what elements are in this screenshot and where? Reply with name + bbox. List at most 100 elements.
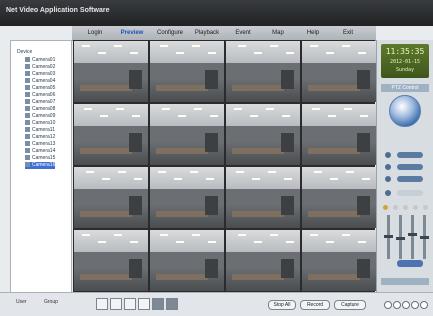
tab-playback[interactable]: Playback: [188, 26, 226, 40]
bottom-toolbar: User Group Stop All Record Capture: [0, 292, 433, 316]
capture-button[interactable]: Capture: [334, 300, 366, 310]
video-tile[interactable]: [226, 167, 300, 228]
tree-item[interactable]: Camera10: [25, 120, 55, 127]
video-tile[interactable]: [226, 230, 300, 291]
video-tile[interactable]: [150, 41, 224, 102]
equipment-rack: [128, 196, 143, 215]
video-tile[interactable]: [74, 230, 148, 291]
tab-event[interactable]: Event: [226, 26, 260, 40]
desk: [307, 147, 360, 155]
video-tile[interactable]: [226, 41, 300, 102]
layout-4x4-button[interactable]: [138, 298, 150, 310]
video-tile[interactable]: [74, 41, 148, 102]
equipment-rack: [128, 259, 143, 278]
fullscreen-button[interactable]: [166, 298, 178, 310]
tree-item[interactable]: Camera14: [25, 148, 55, 155]
tab-login[interactable]: Login: [78, 26, 112, 40]
video-tile[interactable]: [150, 167, 224, 228]
tree-item[interactable]: Camera01: [25, 57, 55, 64]
preset-select[interactable]: [397, 190, 423, 196]
hue-slider[interactable]: [420, 215, 429, 259]
tree-item[interactable]: Camera02: [25, 64, 55, 71]
equipment-rack: [356, 259, 371, 278]
ceiling-light: [346, 171, 354, 173]
record-button[interactable]: Record: [300, 300, 330, 310]
layout-2x2-button[interactable]: [110, 298, 122, 310]
video-tile[interactable]: [302, 41, 376, 102]
tab-configure[interactable]: Configure: [152, 26, 188, 40]
video-tile[interactable]: [74, 104, 148, 165]
ceiling-light: [268, 171, 276, 173]
video-tile[interactable]: [150, 230, 224, 291]
iris-button[interactable]: [385, 176, 391, 182]
tab-map[interactable]: Map: [260, 26, 296, 40]
zoom-in-button[interactable]: [385, 152, 391, 158]
layout-1x1-button[interactable]: [96, 298, 108, 310]
tree-item[interactable]: Camera03: [25, 71, 55, 78]
tree-item[interactable]: Camera05: [25, 85, 55, 92]
zoom-slider[interactable]: [397, 152, 423, 158]
preset-button[interactable]: [385, 190, 391, 196]
tab-preview[interactable]: Preview: [112, 26, 152, 40]
slider-handle[interactable]: [420, 236, 429, 239]
focus-slider[interactable]: [397, 164, 423, 170]
tree-item-label: Camera06: [32, 92, 56, 98]
contrast-slider[interactable]: [396, 215, 405, 259]
circle-option-icon[interactable]: [402, 301, 410, 309]
video-tile[interactable]: [302, 230, 376, 291]
ptz-direction-dial[interactable]: [389, 95, 421, 127]
ceiling-light: [326, 241, 334, 243]
slider-handle[interactable]: [384, 235, 393, 238]
tab-exit[interactable]: Exit: [330, 26, 366, 40]
main-nav: Login Preview Configure Playback Event M…: [72, 26, 376, 41]
video-tile[interactable]: [302, 104, 376, 165]
equipment-rack: [280, 196, 295, 215]
saturation-slider[interactable]: [408, 215, 417, 259]
circle-option-icon[interactable]: [384, 301, 392, 309]
ceiling-light: [238, 234, 246, 236]
equipment-rack: [280, 133, 295, 152]
ceiling-light: [326, 52, 334, 54]
circle-option-icon[interactable]: [393, 301, 401, 309]
ceiling-light: [252, 178, 260, 180]
tree-item[interactable]: Camera08: [25, 106, 55, 113]
ceiling-light: [160, 234, 168, 236]
tree-item[interactable]: Camera15: [25, 155, 55, 162]
circle-option-icon[interactable]: [420, 301, 428, 309]
ceiling-light: [344, 108, 352, 110]
video-tile[interactable]: [302, 167, 376, 228]
tree-item[interactable]: Camera09: [25, 113, 55, 120]
tree-item[interactable]: Camera16: [25, 162, 56, 169]
tree-item[interactable]: Camera12: [25, 134, 55, 141]
default-button[interactable]: [397, 260, 423, 267]
equipment-rack: [204, 259, 219, 278]
video-tile[interactable]: [150, 104, 224, 165]
slider-handle[interactable]: [408, 233, 417, 236]
ceiling-light: [210, 115, 218, 117]
tree-item[interactable]: Camera06: [25, 92, 55, 99]
layout-3x3-button[interactable]: [124, 298, 136, 310]
tree-item-label: Camera10: [32, 120, 56, 126]
ceiling-light: [266, 108, 274, 110]
ceiling-light: [236, 171, 244, 173]
brightness-slider[interactable]: [384, 215, 393, 259]
tree-item[interactable]: Camera07: [25, 99, 55, 106]
ceiling-light: [192, 234, 200, 236]
tree-item-label: Camera03: [32, 71, 56, 77]
tab-help[interactable]: Help: [296, 26, 330, 40]
camera-icon: [25, 78, 30, 84]
layout-custom-button[interactable]: [152, 298, 164, 310]
circle-option-icon[interactable]: [411, 301, 419, 309]
tree-item[interactable]: Camera11: [25, 127, 55, 134]
video-tile[interactable]: [226, 104, 300, 165]
focus-button[interactable]: [385, 164, 391, 170]
tree-item[interactable]: Camera13: [25, 141, 55, 148]
tree-item-label: Camera15: [32, 155, 56, 161]
tree-item[interactable]: Camera04: [25, 78, 55, 85]
tree-root[interactable]: Device: [17, 49, 32, 55]
ceiling-light: [208, 241, 216, 243]
stop-all-button[interactable]: Stop All: [268, 300, 296, 310]
iris-slider[interactable]: [397, 176, 423, 182]
video-tile[interactable]: [74, 167, 148, 228]
slider-handle[interactable]: [396, 237, 405, 240]
